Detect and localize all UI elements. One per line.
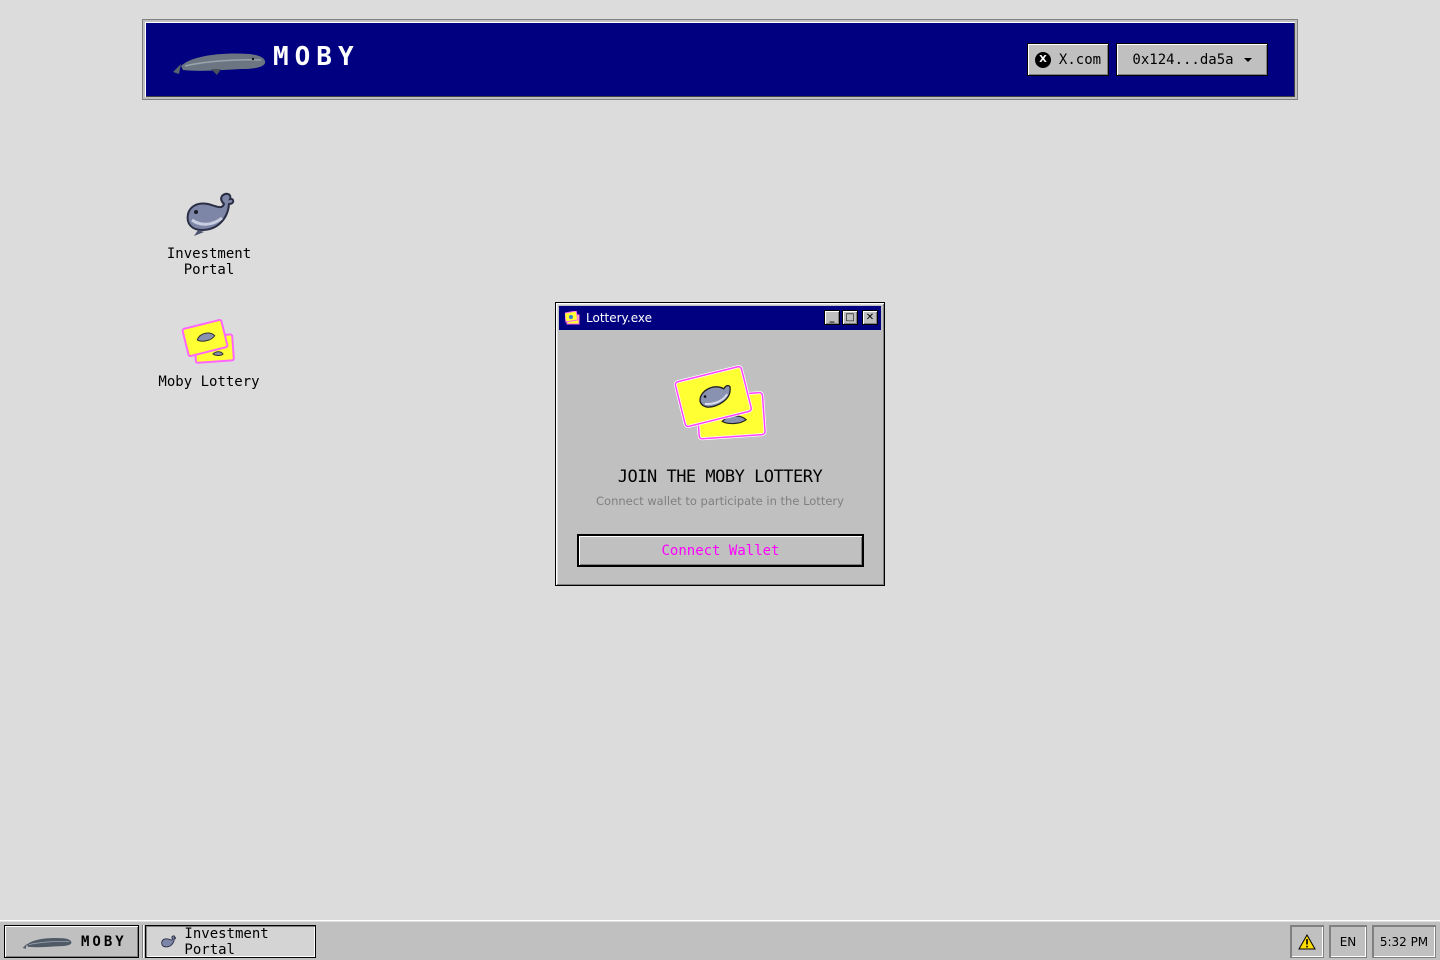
whale-logo-icon xyxy=(173,53,266,75)
desktop-icon-investment-portal[interactable]: Investment Portal xyxy=(139,190,279,278)
window-controls: _ □ ✕ xyxy=(824,310,878,325)
lottery-subtitle: Connect wallet to participate in the Lot… xyxy=(596,494,844,508)
whale-icon xyxy=(161,934,177,947)
close-button[interactable]: ✕ xyxy=(862,310,878,325)
maximize-button[interactable]: □ xyxy=(842,310,858,325)
desktop-icon-moby-lottery[interactable]: Moby Lottery xyxy=(139,318,279,390)
x-link-button[interactable]: X X.com xyxy=(1027,43,1109,76)
lottery-heading: JOIN THE MOBY LOTTERY xyxy=(617,467,823,487)
brand-title: MOBY xyxy=(273,42,360,72)
taskbar-clock: 5:32 PM xyxy=(1372,925,1436,958)
language-indicator[interactable]: EN xyxy=(1329,925,1367,958)
start-button[interactable]: MOBY xyxy=(4,925,139,958)
x-logo-icon: X xyxy=(1034,51,1051,68)
lottery-tickets-icon xyxy=(181,319,235,364)
lottery-tickets-icon xyxy=(673,365,767,441)
desktop-icon-label: Investment Portal xyxy=(166,246,252,278)
taskbar-item-investment-portal[interactable]: Investment Portal xyxy=(145,925,316,958)
desktop-icon-label: Moby Lottery xyxy=(158,374,260,390)
connect-wallet-button[interactable]: Connect Wallet xyxy=(577,534,864,567)
whale-icon xyxy=(186,192,235,236)
window-titlebar[interactable]: Lottery.exe _ □ ✕ xyxy=(559,306,881,330)
wallet-dropdown-button[interactable]: 0x124...da5a xyxy=(1116,43,1268,76)
x-link-label: X.com xyxy=(1058,51,1102,68)
app-icon xyxy=(565,311,580,325)
taskbar-divider xyxy=(142,925,144,958)
lottery-window: Lottery.exe _ □ ✕ JOIN THE MOBY LOTTERY … xyxy=(555,302,885,586)
minimize-button[interactable]: _ xyxy=(824,310,840,325)
taskbar-item-label: Investment Portal xyxy=(184,925,269,958)
tray-warning-button[interactable] xyxy=(1290,925,1324,958)
warning-icon xyxy=(1298,933,1316,949)
start-label: MOBY xyxy=(81,933,127,950)
whale-logo-icon xyxy=(22,937,72,949)
taskbar: MOBY Investment Portal EN 5:32 PM xyxy=(0,920,1440,960)
chevron-down-icon xyxy=(1243,57,1252,62)
top-header-bar: MOBY X X.com 0x124...da5a xyxy=(142,19,1298,100)
wallet-address-label: 0x124...da5a xyxy=(1132,51,1234,68)
window-title: Lottery.exe xyxy=(586,311,653,325)
